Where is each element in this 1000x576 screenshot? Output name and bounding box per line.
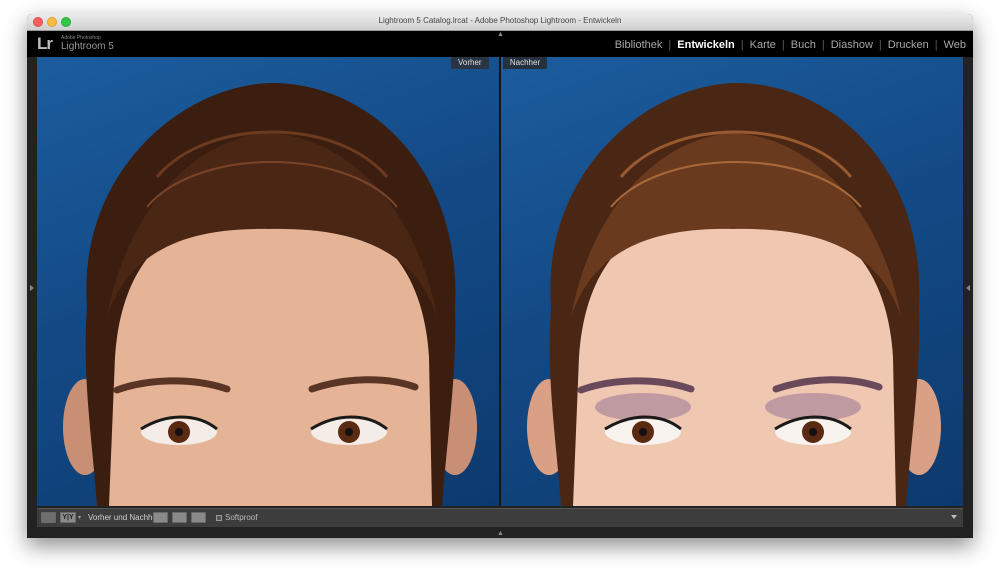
module-separator: |	[934, 39, 938, 51]
module-picker: Bibliothek | Entwickeln | Karte | Buch |…	[615, 39, 966, 51]
module-separator: |	[781, 39, 785, 51]
module-separator: |	[740, 39, 744, 51]
module-karte[interactable]: Karte	[750, 39, 776, 51]
toolbar-menu-icon[interactable]	[951, 515, 957, 519]
before-label: Vorher	[451, 57, 489, 69]
copy-after-to-before-button[interactable]	[172, 512, 187, 523]
collapse-top-panel-icon[interactable]: ▲	[497, 31, 504, 38]
module-entwickeln[interactable]: Entwickeln	[677, 39, 734, 51]
module-buch[interactable]: Buch	[791, 39, 816, 51]
softproof-label: Softproof	[225, 513, 258, 522]
swap-before-after-button[interactable]	[191, 512, 206, 523]
identity-plate: ▲ Lr Adobe Photoshop Lightroom 5 Bibliot…	[27, 31, 973, 57]
softproof-checkbox[interactable]	[216, 515, 222, 521]
collapse-filmstrip-icon[interactable]: ▲	[497, 530, 504, 537]
develop-workspace: Vorher Nachher Y|Y ▾ Vorher und Nachher:…	[27, 57, 973, 538]
after-label: Nachher	[503, 57, 547, 69]
module-diashow[interactable]: Diashow	[831, 39, 873, 51]
before-after-label: Vorher und Nachher:	[88, 513, 162, 522]
module-web[interactable]: Web	[944, 39, 966, 51]
module-drucken[interactable]: Drucken	[888, 39, 929, 51]
module-separator: |	[668, 39, 672, 51]
portrait-before	[63, 82, 477, 506]
expand-left-panel-icon[interactable]	[30, 285, 34, 291]
brand-product: Lightroom 5	[61, 41, 114, 52]
lightroom-window: Lightroom 5 Catalog.lrcat - Adobe Photos…	[27, 14, 973, 538]
copy-before-to-after-button[interactable]	[153, 512, 168, 523]
lightroom-logo: Lr	[37, 34, 53, 53]
after-image[interactable]	[501, 57, 963, 506]
module-bibliothek[interactable]: Bibliothek	[615, 39, 663, 51]
develop-toolbar: Y|Y ▾ Vorher und Nachher: Softproof	[37, 508, 963, 527]
title-bar: Lightroom 5 Catalog.lrcat - Adobe Photos…	[27, 14, 973, 31]
module-separator: |	[878, 39, 882, 51]
loupe-view-button[interactable]	[41, 512, 56, 523]
module-separator: |	[821, 39, 825, 51]
view-mode-dropdown-icon[interactable]: ▾	[78, 514, 81, 521]
expand-right-panel-icon[interactable]	[966, 285, 970, 291]
before-image[interactable]	[37, 57, 499, 506]
before-after-view-button[interactable]: Y|Y	[60, 512, 76, 523]
window-title: Lightroom 5 Catalog.lrcat - Adobe Photos…	[378, 16, 622, 25]
portrait-after	[527, 82, 941, 506]
